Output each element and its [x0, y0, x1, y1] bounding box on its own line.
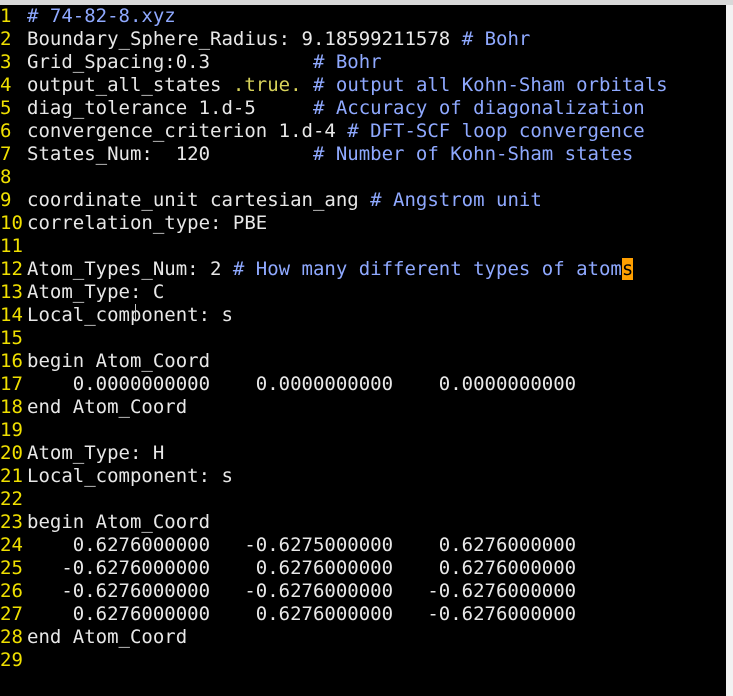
line-number: 18: [0, 396, 23, 418]
line-number: 11: [0, 235, 23, 257]
line-comment: # How many different types of atom: [232, 258, 622, 280]
scrollbar[interactable]: [726, 5, 733, 696]
line-text: Grid_Spacing:0.3: [27, 51, 313, 73]
line-text: begin Atom_Coord: [27, 350, 211, 372]
editor-line[interactable]: 16 begin Atom_Coord: [0, 350, 726, 373]
line-comment: # Bohr: [461, 28, 531, 50]
line-number: 15: [0, 327, 23, 349]
line-number: 9: [0, 189, 12, 211]
line-comment: # 74-82-8.xyz: [27, 5, 176, 27]
line-number: 20: [0, 442, 23, 464]
line-number: 3: [0, 51, 12, 73]
line-number: 2: [0, 28, 12, 50]
line-number: 22: [0, 488, 23, 510]
line-number: 1: [0, 5, 12, 27]
line-number: 23: [0, 511, 23, 533]
editor-line[interactable]: 23 begin Atom_Coord: [0, 511, 726, 534]
text-cursor: [135, 304, 136, 320]
editor-line[interactable]: 13 Atom_Type: C: [0, 281, 726, 304]
line-text: Boundary_Sphere_Radius: 9.18599211578: [27, 28, 462, 50]
line-text: diag_tolerance 1.d-5: [27, 97, 313, 119]
line-comment: # DFT-SCF loop convergence: [347, 120, 645, 142]
line-comment: # output all Kohn-Sham orbitals: [313, 74, 668, 96]
line-text: 0.0000000000 0.0000000000 0.0000000000: [27, 373, 577, 395]
editor-line[interactable]: 18 end Atom_Coord: [0, 396, 726, 419]
line-text: 0.6276000000 -0.6275000000 0.6276000000: [27, 534, 577, 556]
editor-line[interactable]: 1 # 74-82-8.xyz: [0, 5, 726, 28]
line-comment: # Number of Kohn-Sham states: [312, 143, 634, 165]
line-comment: # Accuracy of diagonalization: [312, 97, 645, 119]
editor-line[interactable]: 7 States_Num: 120 # Number of Kohn-Sham s…: [0, 143, 726, 166]
line-comment: # Angstrom unit: [370, 189, 542, 211]
editor-line[interactable]: 6 convergence_criterion 1.d-4 # DFT-SCF l…: [0, 120, 726, 143]
cursor-highlight-char: s: [621, 258, 634, 280]
line-text: Atom_Types_Num: 2: [27, 258, 233, 280]
editor-line[interactable]: 2 Boundary_Sphere_Radius: 9.18599211578 #…: [0, 28, 726, 51]
editor-line[interactable]: 26 -0.6276000000 -0.6276000000 -0.627600…: [0, 580, 726, 603]
line-number: 29: [0, 649, 23, 671]
editor-line[interactable]: 12 Atom_Types_Num: 2 # How many different…: [0, 258, 726, 281]
line-text: coordinate_unit cartesian_ang: [27, 189, 371, 211]
editor-line[interactable]: 28 end Atom_Coord: [0, 626, 726, 649]
editor-line[interactable]: 24 0.6276000000 -0.6275000000 0.62760000…: [0, 534, 726, 557]
line-number: 5: [0, 97, 12, 119]
line-number: 4: [0, 74, 12, 96]
editor-line[interactable]: 25 -0.6276000000 0.6276000000 0.62760000…: [0, 557, 726, 580]
line-text: Atom_Type: C: [27, 281, 165, 303]
line-text-spacer: [302, 74, 313, 96]
line-number: 26: [0, 580, 23, 602]
line-text: Local_component: s: [27, 465, 233, 487]
line-text: end Atom_Coord: [27, 626, 188, 648]
editor-line[interactable]: 19: [0, 419, 726, 442]
editor-line[interactable]: 4 output_all_states .true. # output all K…: [0, 74, 726, 97]
editor-line[interactable]: 27 0.6276000000 0.6276000000 -0.62760000…: [0, 603, 726, 626]
line-text: 0.6276000000 0.6276000000 -0.6276000000: [27, 603, 577, 625]
line-text: convergence_criterion 1.d-4: [27, 120, 348, 142]
line-number: 8: [0, 166, 12, 188]
line-text: Local_component: s: [27, 304, 233, 326]
line-number: 21: [0, 465, 23, 487]
line-text: Atom_Type: H: [27, 442, 165, 464]
editor-line[interactable]: 14 Local_component: s: [0, 304, 726, 327]
line-text: -0.6276000000 0.6276000000 0.6276000000: [27, 557, 577, 579]
line-number: 10: [0, 212, 23, 234]
line-number: 17: [0, 373, 23, 395]
line-text: States_Num: 120: [27, 143, 313, 165]
line-text: output_all_states: [27, 74, 233, 96]
editor-line[interactable]: 21 Local_component: s: [0, 465, 726, 488]
line-number: 6: [0, 120, 12, 142]
editor-line[interactable]: 17 0.0000000000 0.0000000000 0.000000000…: [0, 373, 726, 396]
editor-line[interactable]: 29: [0, 649, 726, 672]
editor-line[interactable]: 15: [0, 327, 726, 350]
line-number: 28: [0, 626, 23, 648]
editor-line[interactable]: 22: [0, 488, 726, 511]
line-number: 16: [0, 350, 23, 372]
line-text: begin Atom_Coord: [27, 511, 211, 533]
editor-line[interactable]: 20 Atom_Type: H: [0, 442, 726, 465]
editor-line[interactable]: 11: [0, 235, 726, 258]
line-number: 7: [0, 143, 12, 165]
editor-line[interactable]: 3 Grid_Spacing:0.3 # Bohr: [0, 51, 726, 74]
line-text: -0.6276000000 -0.6276000000 -0.627600000…: [27, 580, 577, 602]
keyword-value: .true.: [232, 74, 302, 96]
editor-line[interactable]: 9 coordinate_unit cartesian_ang # Angstro…: [0, 189, 726, 212]
line-text: correlation_type: PBE: [27, 212, 268, 234]
line-number: 25: [0, 557, 23, 579]
line-number: 12: [0, 258, 23, 280]
editor-line[interactable]: 10 correlation_type: PBE: [0, 212, 726, 235]
line-number: 19: [0, 419, 23, 441]
editor-line[interactable]: 5 diag_tolerance 1.d-5 # Accuracy of diag…: [0, 97, 726, 120]
line-number: 24: [0, 534, 23, 556]
line-number: 14: [0, 304, 23, 326]
line-text: end Atom_Coord: [27, 396, 188, 418]
editor-line[interactable]: 8: [0, 166, 726, 189]
text-editor[interactable]: 1 # 74-82-8.xyz 2 Boundary_Sphere_Radius: 9…: [0, 5, 726, 696]
line-number: 13: [0, 281, 23, 303]
line-comment: # Bohr: [312, 51, 382, 73]
line-number: 27: [0, 603, 23, 625]
